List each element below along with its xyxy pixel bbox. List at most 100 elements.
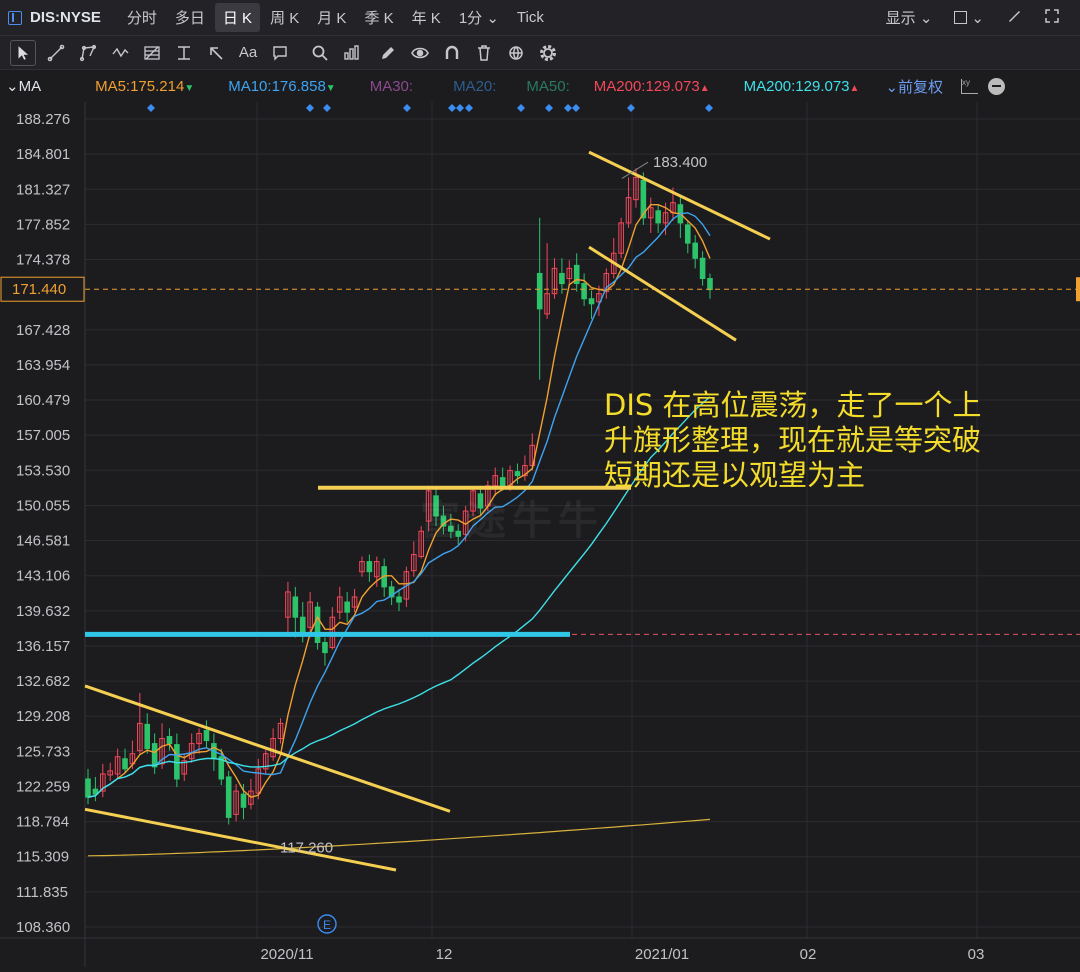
y-tick-label: 136.157 [16, 638, 70, 655]
candle-body [655, 210, 661, 224]
candle-body [322, 641, 328, 654]
y-tick-label: 122.259 [16, 778, 70, 795]
adjust-select[interactable]: ⌄前复权 [885, 76, 943, 97]
period-tab-yearly[interactable]: 年 K [404, 3, 449, 32]
ma5-value: MA5:175.214▼ [95, 78, 194, 95]
event-marker-icon [517, 104, 525, 112]
wave-tool-icon[interactable] [108, 41, 132, 65]
pattern-tool-icon[interactable] [76, 41, 100, 65]
ma200-up-icon: ▲ [699, 82, 710, 94]
chevron-down-icon: ⌄ [885, 78, 899, 96]
chevron-down-icon: ⌄ [6, 78, 19, 95]
gear-icon[interactable] [536, 41, 560, 65]
candle-body [366, 561, 373, 573]
candle-body [225, 776, 232, 818]
event-marker-icon [564, 104, 572, 112]
x-tick-label: 02 [800, 946, 817, 963]
minute-select[interactable]: 1分 ⌄ [451, 3, 507, 32]
event-marker-icon [403, 104, 411, 112]
ma200-value-cyan: MA200:129.073▲ [744, 78, 860, 95]
chevron-down-icon: ⌄ [486, 10, 499, 27]
comment-tool-icon[interactable] [268, 41, 292, 65]
event-marker-icon [147, 104, 155, 112]
fullscreen-icon[interactable] [1044, 8, 1060, 28]
y-tick-label: 108.360 [16, 919, 70, 936]
ma10-value: MA10:176.858▼ [228, 78, 335, 95]
y-tick-label: 143.106 [16, 568, 70, 585]
tick-tab[interactable]: Tick [509, 5, 552, 30]
event-marker-icon [306, 104, 314, 112]
cursor-icon[interactable] [10, 39, 36, 66]
ma50-value: MA50: [526, 77, 570, 95]
y-tick-label: 111.835 [16, 884, 68, 901]
magnet-icon[interactable] [440, 41, 464, 65]
ma200-cyan-label: MA200:129.073 [743, 77, 850, 95]
symbol-label: DIS:NYSE [30, 9, 101, 26]
chevron-down-icon: ⌄ [971, 9, 984, 27]
period-tab-multiday[interactable]: 多日 [167, 3, 213, 32]
candle-body [699, 257, 706, 280]
y-tick-label: 181.327 [16, 181, 70, 198]
search-icon[interactable] [308, 41, 332, 65]
ma20-value: MA20: [453, 77, 497, 95]
candle-body [684, 224, 691, 244]
symbol-title[interactable]: DIS:NYSE [8, 9, 101, 26]
y-tick-label: 125.733 [16, 743, 70, 760]
y-tick-label: 157.005 [16, 427, 70, 444]
line-tool-icon[interactable] [44, 41, 68, 65]
y-tick-label: 146.581 [16, 533, 70, 550]
candle-body [559, 272, 565, 285]
trendline-lower-left [84, 807, 397, 872]
measure-icon[interactable] [340, 41, 364, 65]
display-menu[interactable]: 显示 ⌄ [886, 7, 933, 28]
trash-icon[interactable] [472, 41, 496, 65]
candle-body [292, 596, 299, 618]
candle-body [240, 793, 247, 808]
layout-select[interactable]: ⌄ [954, 9, 984, 27]
sidebar-toggle-icon[interactable] [8, 10, 22, 25]
period-tab-monthly[interactable]: 月 K [309, 3, 354, 32]
minus-icon[interactable] [988, 77, 1006, 95]
period-tab-timeshare[interactable]: 分时 [119, 3, 165, 32]
candle-body [144, 723, 151, 750]
x-tick-label: 12 [436, 946, 453, 963]
y-tick-label: 177.852 [16, 216, 70, 233]
ma200-line [87, 818, 711, 857]
sync-icon[interactable] [504, 41, 528, 65]
ma-menu[interactable]: ⌄MA [6, 77, 41, 95]
y-tick-label: 167.428 [16, 322, 70, 339]
period-tab-quarterly[interactable]: 季 K [356, 3, 401, 32]
current-price-label: 171.440 [12, 281, 66, 298]
earnings-marker-label: E [323, 918, 331, 932]
level-tool-icon[interactable] [172, 41, 196, 65]
ma5-line [87, 203, 711, 798]
chevron-down-icon: ⌄ [919, 10, 933, 27]
top-bar: DIS:NYSE 分时 多日 日 K 周 K 月 K 季 K 年 K 1分 ⌄ … [0, 0, 1080, 36]
period-tab-weekly[interactable]: 周 K [262, 3, 307, 32]
text-tool-icon[interactable]: Aa [236, 41, 260, 65]
candle-body [499, 477, 506, 487]
ma10-label: MA10:176.858 [228, 77, 326, 95]
event-marker-icon [448, 104, 456, 112]
adjust-label: 前复权 [898, 78, 944, 96]
ma5-down-icon: ▼ [184, 82, 195, 94]
y-tick-label: 150.055 [16, 497, 70, 514]
axis-settings-icon[interactable]: xy [961, 78, 979, 94]
annotation-text: DIS 在高位震荡，走了一个上 升旗形整理，现在就是等突破 短期还是以观望为主 [604, 388, 982, 492]
pen-icon[interactable] [376, 41, 400, 65]
candle-body [692, 242, 698, 259]
ma200-red-label: MA200:129.073 [593, 77, 700, 95]
eye-icon[interactable] [408, 41, 432, 65]
period-tab-daily[interactable]: 日 K [214, 3, 261, 32]
fib-tool-icon[interactable] [140, 41, 164, 65]
candle-body [299, 616, 306, 633]
brush-icon[interactable] [1006, 8, 1022, 28]
y-tick-label: 160.479 [16, 392, 70, 409]
y-tick-label: 184.801 [16, 146, 70, 163]
y-tick-label: 132.682 [16, 673, 70, 690]
event-marker-icon [456, 104, 464, 112]
event-marker-icon [705, 104, 713, 112]
arrow-tool-icon[interactable] [204, 41, 228, 65]
y-tick-label: 163.954 [16, 357, 70, 374]
y-tick-label: 188.276 [16, 111, 70, 128]
